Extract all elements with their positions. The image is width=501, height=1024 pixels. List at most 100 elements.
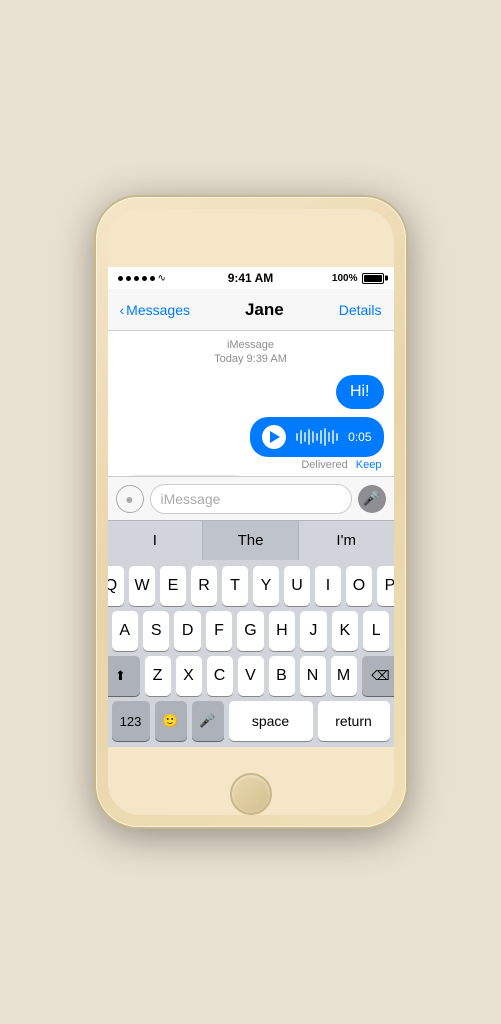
mic-small-icon: 🎤 [199, 713, 215, 729]
wave-bar [300, 430, 302, 444]
shift-icon: ⬆ [115, 668, 126, 684]
key-g[interactable]: G [237, 611, 263, 651]
home-button[interactable] [230, 773, 272, 815]
predictive-bar: I The I'm [108, 520, 394, 560]
battery-fill [364, 275, 382, 282]
delivered-label: Delivered [301, 459, 347, 471]
wave-bar [328, 432, 330, 442]
phone-inner: ∿ 9:41 AM 100% ‹ Messages Jane Details [108, 209, 394, 815]
signal-dot-5 [150, 276, 155, 281]
signal-dot-3 [134, 276, 139, 281]
key-c[interactable]: C [207, 656, 233, 696]
mic-icon: 🎤 [363, 490, 380, 507]
key-a[interactable]: A [112, 611, 138, 651]
keyboard-row-4: 123 🙂 🎤 space return [112, 701, 390, 741]
key-w[interactable]: W [129, 566, 155, 606]
signal-dot-1 [118, 276, 123, 281]
screen: ∿ 9:41 AM 100% ‹ Messages Jane Details [108, 267, 394, 747]
space-key[interactable]: space [229, 701, 313, 741]
battery-icon [362, 273, 384, 284]
keyboard-row-2: A S D F G H J K L [112, 611, 390, 651]
mic-key[interactable]: 🎤 [192, 701, 224, 741]
camera-icon: ● [125, 491, 133, 507]
key-e[interactable]: E [160, 566, 186, 606]
keep-button[interactable]: Keep [356, 459, 382, 471]
key-q[interactable]: Q [108, 566, 125, 606]
wave-bar [308, 429, 310, 445]
key-y[interactable]: Y [253, 566, 279, 606]
waveform-sent [294, 428, 340, 446]
key-s[interactable]: S [143, 611, 169, 651]
wave-bar [320, 430, 322, 444]
battery-area: 100% [332, 273, 384, 284]
return-key[interactable]: return [318, 701, 390, 741]
delivery-status: Delivered Keep [301, 459, 383, 471]
keyboard: Q W E R T Y U I O P A S D F G H [108, 560, 394, 747]
wifi-icon: ∿ [158, 273, 166, 284]
num-key[interactable]: 123 [112, 701, 150, 741]
wave-bar [332, 430, 334, 444]
pred-item-i[interactable]: I [108, 521, 204, 560]
wave-bar [296, 433, 298, 441]
wave-bar [304, 432, 306, 442]
input-bar: ● iMessage 🎤 [108, 476, 394, 520]
key-k[interactable]: K [332, 611, 358, 651]
key-p[interactable]: P [377, 566, 394, 606]
key-v[interactable]: V [238, 656, 264, 696]
phone-frame: ∿ 9:41 AM 100% ‹ Messages Jane Details [96, 197, 406, 827]
service-label: iMessage [118, 339, 384, 351]
key-t[interactable]: T [222, 566, 248, 606]
signal-dot-4 [142, 276, 147, 281]
message-timestamp: Today 9:39 AM [118, 353, 384, 365]
backspace-key[interactable]: ⌫ [362, 656, 394, 696]
play-triangle-icon [270, 431, 280, 443]
key-z[interactable]: Z [145, 656, 171, 696]
input-placeholder: iMessage [161, 491, 221, 507]
key-d[interactable]: D [174, 611, 200, 651]
key-f[interactable]: F [206, 611, 232, 651]
key-b[interactable]: B [269, 656, 295, 696]
key-r[interactable]: R [191, 566, 217, 606]
key-o[interactable]: O [346, 566, 372, 606]
wave-bar [336, 433, 338, 441]
audio-bubble-sent[interactable]: 0:05 [250, 417, 383, 457]
mic-button[interactable]: 🎤 [358, 485, 386, 513]
status-bar: ∿ 9:41 AM 100% [108, 267, 394, 289]
nav-bar: ‹ Messages Jane Details [108, 289, 394, 331]
key-j[interactable]: J [300, 611, 326, 651]
nav-title: Jane [245, 300, 284, 320]
message-input[interactable]: iMessage [150, 484, 352, 514]
hi-bubble: Hi! [336, 375, 384, 409]
signal-dot-2 [126, 276, 131, 281]
signal-area: ∿ [118, 273, 166, 284]
key-u[interactable]: U [284, 566, 310, 606]
wave-bar [312, 431, 314, 443]
key-h[interactable]: H [269, 611, 295, 651]
camera-button[interactable]: ● [116, 485, 144, 513]
key-l[interactable]: L [363, 611, 389, 651]
key-m[interactable]: M [331, 656, 357, 696]
keyboard-row-1: Q W E R T Y U I O P [112, 566, 390, 606]
keyboard-row-3: ⬆ Z X C V B N M ⌫ [112, 656, 390, 696]
play-button-sent[interactable] [262, 425, 286, 449]
key-n[interactable]: N [300, 656, 326, 696]
wave-bar [316, 433, 318, 441]
pred-item-the[interactable]: The [203, 521, 299, 560]
wave-bar [324, 428, 326, 446]
key-x[interactable]: X [176, 656, 202, 696]
back-label: Messages [126, 302, 190, 318]
backspace-icon: ⌫ [371, 668, 389, 684]
shift-key[interactable]: ⬆ [108, 656, 140, 696]
back-button[interactable]: ‹ Messages [120, 302, 190, 318]
emoji-icon: 🙂 [162, 713, 178, 729]
pred-item-im[interactable]: I'm [299, 521, 394, 560]
status-time: 9:41 AM [228, 271, 274, 285]
chevron-left-icon: ‹ [120, 302, 125, 318]
details-button[interactable]: Details [339, 302, 382, 318]
emoji-key[interactable]: 🙂 [155, 701, 187, 741]
battery-percent: 100% [332, 273, 358, 284]
sent-message-hi: Hi! [118, 375, 384, 409]
chat-area: iMessage Today 9:39 AM Hi! [108, 331, 394, 476]
key-i[interactable]: I [315, 566, 341, 606]
audio-duration-sent: 0:05 [348, 430, 371, 444]
